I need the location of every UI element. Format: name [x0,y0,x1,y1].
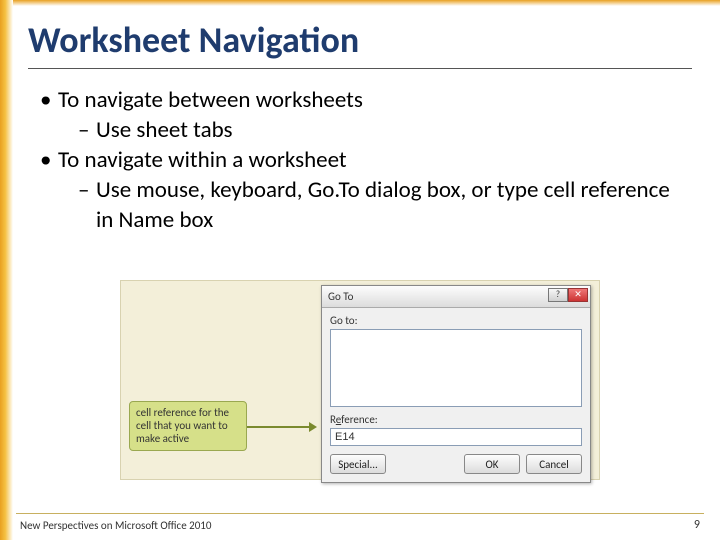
cancel-button[interactable]: Cancel [526,454,582,474]
ok-button[interactable]: OK [464,454,520,474]
dialog-buttons: Special... OK Cancel [330,454,582,474]
title-underline [28,68,692,69]
goto-listbox[interactable] [330,329,582,407]
dialog-body: Go to: Reference: Special... OK Cancel [322,308,590,482]
page-number: 9 [694,518,700,532]
bullet-2-sub: Use mouse, keyboard, Go.To dialog box, o… [78,176,680,236]
reference-label: Reference: [330,413,582,426]
reference-label-post: ference: [341,413,378,426]
help-button[interactable]: ? [548,288,568,302]
bullet-1: To navigate between worksheets [40,86,680,116]
close-button[interactable]: ✕ [568,288,588,302]
reference-input[interactable] [330,428,582,446]
reference-row [330,428,582,446]
dialog-title-text: Go To [328,290,353,303]
bullet-1-sub: Use sheet tabs [78,116,680,146]
footer-text: New Perspectives on Microsoft Office 201… [20,519,211,532]
callout-arrow-icon [247,423,317,431]
figure-panel: cell reference for the cell that you wan… [120,280,600,480]
slide-title: Worksheet Navigation [28,18,359,62]
goto-label: Go to: [330,314,582,327]
footer-rule [16,513,704,514]
dialog-titlebar: Go To ? ✕ [322,286,590,308]
goto-dialog: Go To ? ✕ Go to: Reference: Special... O… [321,285,591,483]
window-buttons: ? ✕ [548,288,588,302]
bullet-2: To navigate within a worksheet [40,146,680,176]
accent-top-bar [0,0,720,6]
accent-left-bar [0,0,13,540]
callout-box: cell reference for the cell that you wan… [129,401,247,451]
slide: Worksheet Navigation To navigate between… [0,0,720,540]
body-text: To navigate between worksheets Use sheet… [40,86,680,235]
special-button[interactable]: Special... [330,454,386,474]
